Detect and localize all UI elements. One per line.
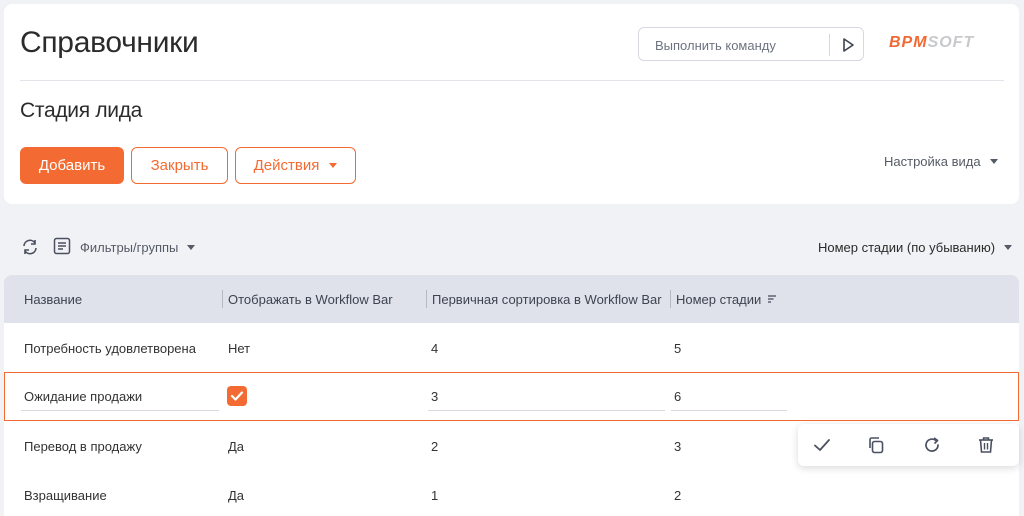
sort-selector[interactable]: Номер стадии (по убыванию) [818,240,1013,255]
column-header-stage[interactable]: Номер стадии [676,292,777,307]
sort-label: Номер стадии (по убыванию) [818,240,996,255]
check-icon[interactable] [812,435,832,455]
row-actions-toolbar [798,424,1019,466]
cell-sort-input[interactable]: 3 [431,389,438,404]
cell-name: Взращивание [24,488,107,503]
cell-show: Нет [228,341,251,356]
cell-sort: 4 [431,341,439,356]
filter-icon[interactable] [52,236,72,256]
close-button[interactable]: Закрыть [131,147,228,184]
header-divider [20,80,1004,81]
column-separator [670,290,671,308]
chevron-down-icon [989,159,998,164]
cell-stage: 3 [674,439,682,454]
table-row[interactable]: Взращивание Да 1 2 [4,470,1019,516]
cell-name: Перевод в продажу [24,439,142,454]
section-title: Стадия лида [20,99,143,122]
filters-groups-button[interactable]: Фильтры/группы [80,240,196,255]
column-separator [222,290,223,308]
table-row[interactable]: Потребность удовлетворена Нет 4 5 [4,323,1019,372]
column-header-name[interactable]: Название [24,292,82,307]
page-title: Справочники [20,26,199,59]
cell-show: Да [228,439,245,454]
copy-icon[interactable] [866,435,886,455]
view-settings-label: Настройка вида [884,154,981,169]
refresh-icon[interactable] [20,237,40,257]
add-button[interactable]: Добавить [20,147,124,184]
input-underline [671,410,787,411]
sort-desc-icon [767,295,776,303]
cell-name-input[interactable]: Ожидание продажи [24,389,142,404]
show-in-workflow-checkbox[interactable] [227,386,247,406]
actions-label: Действия [253,157,320,174]
column-separator [426,290,427,308]
column-header-sort[interactable]: Первичная сортировка в Workflow Bar [432,292,662,307]
table-row-editing[interactable]: Ожидание продажи 3 6 [4,372,1019,421]
top-card: Справочники Выполнить команду BPMSOFT Ст… [4,4,1019,204]
chevron-down-icon [1004,245,1013,250]
cell-stage: 2 [674,488,682,503]
run-command-icon[interactable] [837,34,859,56]
cell-stage: 5 [674,341,682,356]
cell-show: Да [228,488,245,503]
input-underline [21,410,219,411]
grid-header: Название Отображать в Workflow Bar Перви… [4,275,1019,323]
trash-icon[interactable] [976,435,996,455]
chevron-down-icon [187,245,196,250]
input-underline [428,410,665,411]
column-header-show[interactable]: Отображать в Workflow Bar [228,292,393,307]
grid-body: Потребность удовлетворена Нет 4 5 Ожидан… [4,323,1019,516]
command-separator [829,34,830,56]
actions-button[interactable]: Действия [235,147,356,184]
chevron-down-icon [329,163,338,168]
cell-name: Потребность удовлетворена [24,341,196,356]
filters-label: Фильтры/группы [80,240,179,255]
command-input[interactable]: Выполнить команду [638,27,864,61]
cell-sort: 2 [431,439,439,454]
command-placeholder: Выполнить команду [655,38,776,53]
cell-stage-input[interactable]: 6 [674,389,681,404]
cell-sort: 1 [431,488,439,503]
bpmsoft-logo: BPMSOFT [889,34,975,51]
check-icon [230,391,244,401]
view-settings-button[interactable]: Настройка вида [884,154,998,169]
refresh-icon[interactable] [922,435,942,455]
